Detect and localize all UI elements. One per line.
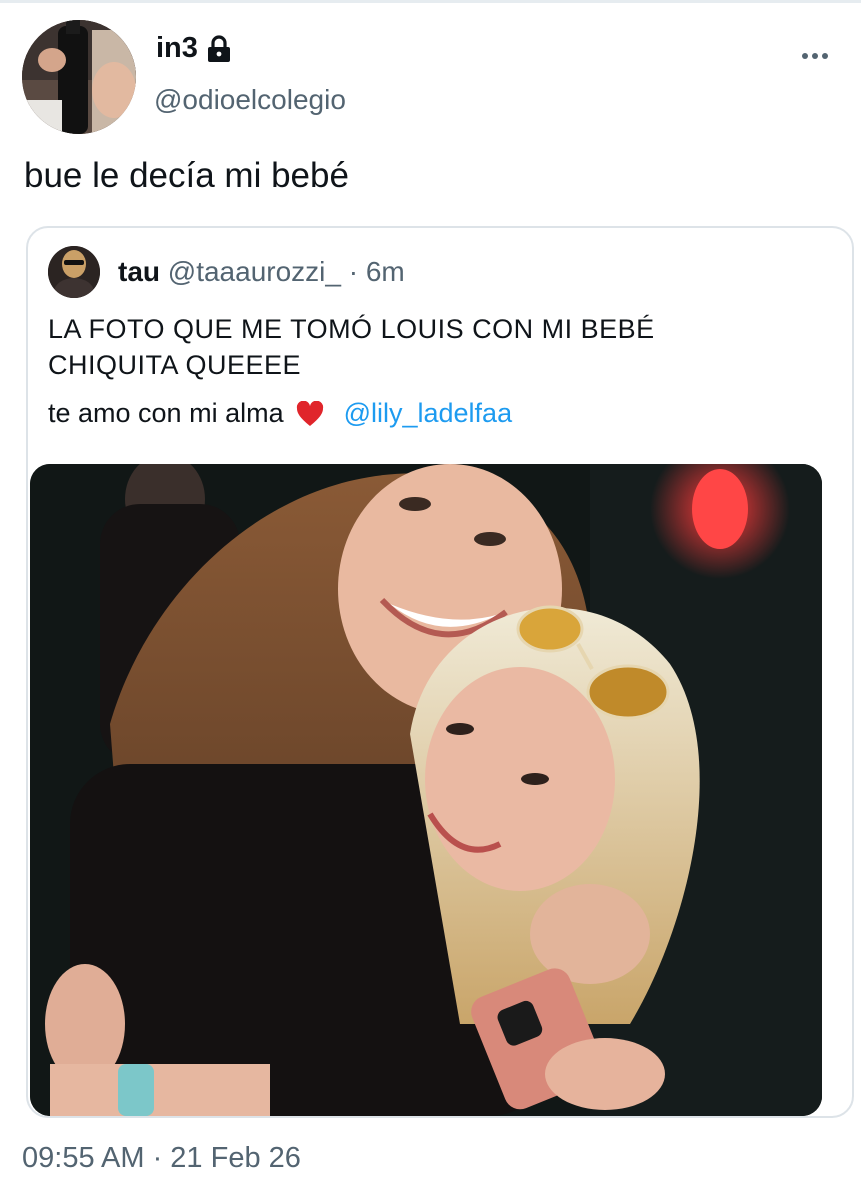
tweet-page: in3 @odioelcolegio bue le decía mi bebé	[0, 0, 861, 1200]
quoted-text-line-1: LA FOTO QUE ME TOMÓ LOUIS CON MI BEBÉ	[48, 314, 655, 344]
top-divider	[0, 0, 861, 3]
quoted-tweet-photo[interactable]	[30, 464, 822, 1116]
separator-dot: ·	[348, 256, 359, 287]
mention-link[interactable]: @lily_ladelfaa	[344, 398, 513, 429]
quoted-text-love: te amo con mi alma	[48, 398, 284, 428]
quoted-author-name[interactable]: tau	[118, 256, 160, 287]
quoted-author-handle[interactable]: @taaaurozzi_	[168, 256, 341, 287]
quoted-avatar-image	[48, 246, 100, 298]
more-horizontal-icon[interactable]	[800, 46, 830, 66]
lock-icon	[206, 34, 232, 63]
tweet-text: bue le decía mi bebé	[24, 156, 349, 195]
author-avatar[interactable]	[22, 20, 136, 134]
quoted-timestamp[interactable]: 6m	[366, 256, 405, 287]
author-avatar-image	[22, 20, 136, 134]
quoted-tweet-card[interactable]: tau @taaaurozzi_ · 6m LA FOTO QUE ME TOM…	[26, 226, 854, 1118]
red-heart-icon	[296, 400, 324, 427]
author-handle[interactable]: @odioelcolegio	[154, 84, 346, 116]
photo-image	[30, 464, 822, 1116]
tweet-timestamp[interactable]: 09:55 AM · 21 Feb 26	[22, 1142, 301, 1175]
quoted-text-line-3: te amo con mi alma @lily_ladelfaa	[48, 398, 512, 429]
quoted-text-line-2: CHIQUITA QUEEEE	[48, 350, 302, 380]
author-display-name[interactable]: in3	[156, 32, 198, 65]
quoted-author-avatar[interactable]	[48, 246, 100, 298]
